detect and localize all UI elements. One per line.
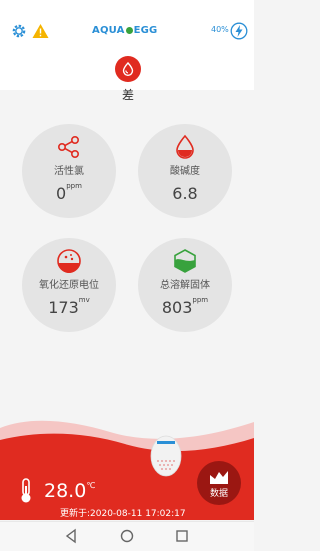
chlorine-value: 0ppm [56, 182, 82, 203]
logo-text-part2: EGG [133, 24, 158, 36]
ph-card[interactable]: 酸碱度 6.8 [138, 124, 232, 218]
water-drop-icon [122, 62, 134, 76]
chlorine-card[interactable]: 活性氯 0ppm [22, 124, 116, 218]
battery-percentage: 40% [211, 25, 229, 34]
aquaegg-device-image [150, 435, 182, 477]
battery-charging-icon [230, 22, 248, 40]
app-logo: AQUA EGG [92, 23, 164, 37]
flask-icon [57, 249, 81, 273]
quality-status-badge [115, 56, 141, 82]
system-nav-bar [0, 521, 254, 551]
recent-apps-icon[interactable] [174, 528, 190, 544]
hexagon-icon [174, 249, 196, 273]
thermometer-icon [21, 478, 31, 503]
quality-status-label: 差 [121, 88, 134, 102]
tds-label: 总溶解固体 [160, 280, 210, 291]
orp-value: 173mv [48, 296, 90, 317]
molecule-icon [57, 135, 80, 158]
chlorine-label: 活性氯 [54, 166, 84, 177]
gear-icon[interactable] [11, 23, 27, 39]
tds-card[interactable]: 总溶解固体 803ppm [138, 238, 232, 332]
home-icon[interactable] [119, 528, 135, 544]
orp-card[interactable]: 氧化还原电位 173mv [22, 238, 116, 332]
ph-value: 6.8 [172, 184, 198, 203]
orp-label: 氧化还原电位 [39, 280, 99, 291]
logo-egg-dot [125, 26, 133, 34]
data-button-label: 数据 [209, 489, 228, 499]
temperature-value: 28.0℃ [44, 480, 96, 502]
tds-value: 803ppm [161, 296, 209, 317]
chart-icon [210, 471, 228, 484]
logo-text-part1: AQUA [92, 24, 125, 36]
ph-label: 酸碱度 [170, 166, 200, 177]
last-updated-text: 更新于:2020-08-11 17:02:17 [60, 509, 186, 519]
back-icon[interactable] [63, 528, 79, 544]
data-button[interactable]: 数据 [197, 461, 241, 505]
warning-icon[interactable] [32, 23, 49, 39]
drop-icon [176, 134, 194, 159]
